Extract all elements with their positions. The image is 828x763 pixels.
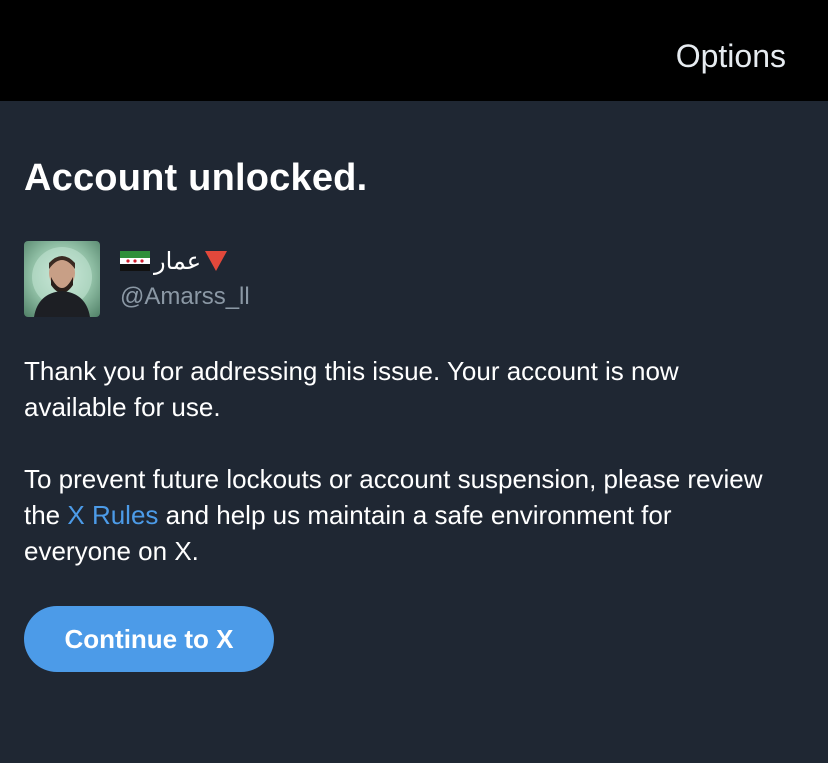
rules-message: To prevent future lockouts or account su… (24, 461, 784, 569)
main-content: Account unlocked. عمار @Amarss_ll Thank (24, 101, 804, 763)
options-button[interactable]: Options (676, 38, 786, 75)
avatar-image (32, 247, 92, 317)
display-name-row: عمار (120, 247, 228, 275)
avatar[interactable] (24, 241, 100, 317)
continue-button[interactable]: Continue to X (24, 606, 274, 672)
red-down-triangle-icon (205, 251, 228, 271)
x-rules-link[interactable]: X Rules (67, 500, 158, 530)
user-card: عمار @Amarss_ll (24, 241, 624, 319)
syrian-independence-flag-icon (120, 251, 150, 271)
top-bar: Options (0, 0, 828, 101)
display-name: عمار (154, 247, 202, 275)
user-handle: @Amarss_ll (120, 283, 250, 310)
page-title: Account unlocked. (24, 157, 368, 199)
unlock-message: Thank you for addressing this issue. You… (24, 356, 679, 422)
